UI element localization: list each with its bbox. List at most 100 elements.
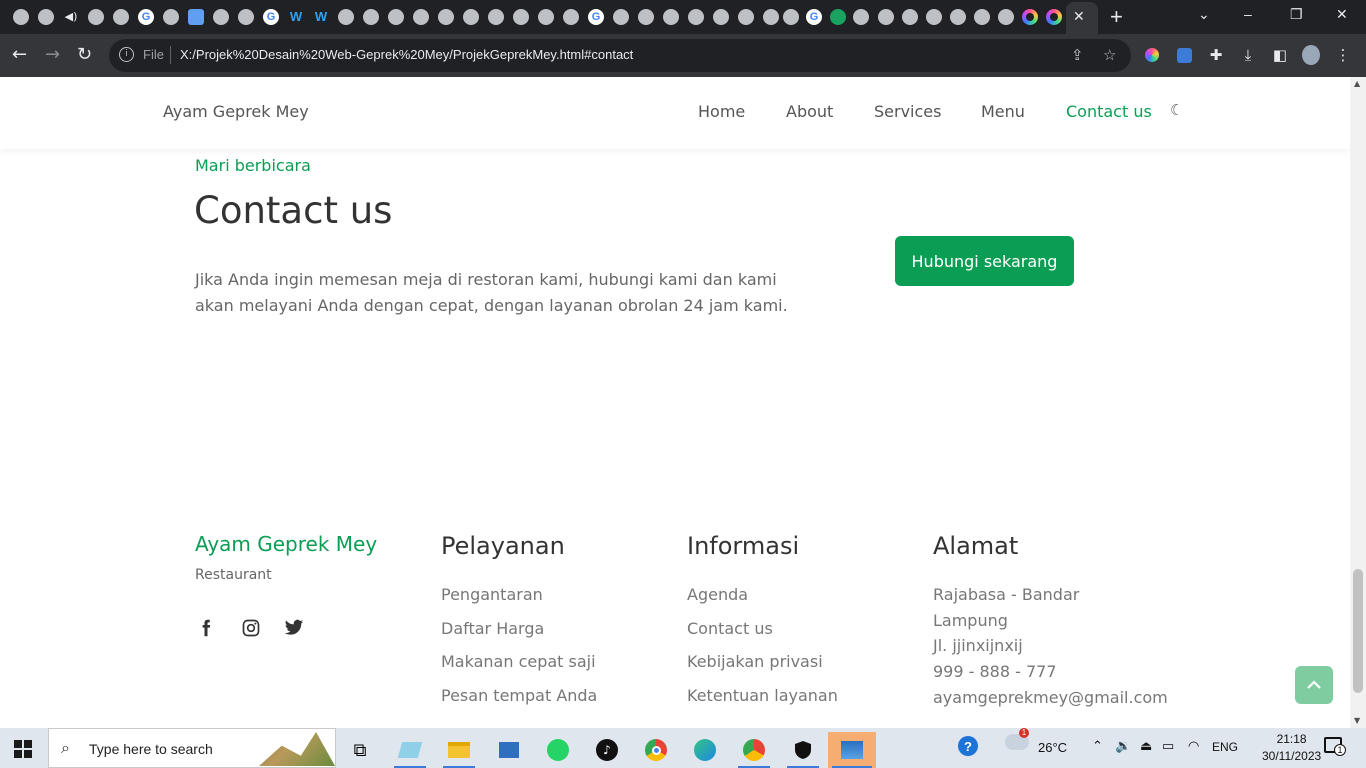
photos-app-icon[interactable] (828, 732, 876, 768)
page-scrollbar[interactable]: ▲ ▼ (1350, 77, 1366, 728)
globe-icon[interactable] (663, 9, 679, 25)
scroll-down-icon[interactable]: ▼ (1354, 716, 1360, 725)
globe-icon[interactable] (738, 9, 754, 25)
globe-icon[interactable] (338, 9, 354, 25)
globe-icon[interactable] (388, 9, 404, 25)
windows-start-icon[interactable] (14, 740, 32, 758)
notepad-app-icon[interactable] (390, 732, 430, 768)
task-view-icon[interactable]: ⧉ (340, 732, 380, 768)
globe-icon[interactable] (413, 9, 429, 25)
footer-link[interactable]: Contact us (687, 619, 773, 638)
usb-device-icon[interactable]: ⏏ (1140, 738, 1152, 754)
language-indicator[interactable]: ENG (1212, 740, 1238, 754)
bookmark-star-icon[interactable]: ☆ (1103, 46, 1116, 64)
nav-home[interactable]: Home (698, 102, 745, 121)
globe-icon[interactable] (613, 9, 629, 25)
chrome-icon[interactable] (636, 732, 676, 768)
footer-link[interactable]: Pesan tempat Anda (441, 686, 597, 705)
globe-icon[interactable] (902, 9, 918, 25)
globe-icon[interactable] (763, 9, 779, 25)
globe-icon[interactable] (926, 9, 942, 25)
globe-icon[interactable] (13, 9, 29, 25)
nav-about[interactable]: About (786, 102, 833, 121)
info-icon[interactable]: i (119, 47, 134, 62)
globe-icon[interactable] (638, 9, 654, 25)
edge-icon[interactable] (685, 732, 725, 768)
nav-contact[interactable]: Contact us (1066, 102, 1152, 121)
help-icon[interactable]: ? (958, 736, 978, 756)
taskbar-search[interactable]: ⌕ Type here to search (48, 728, 336, 768)
extensions-puzzle-icon[interactable]: ✚ (1207, 46, 1225, 64)
globe-icon[interactable] (563, 9, 579, 25)
globe-icon[interactable] (713, 9, 729, 25)
google-icon[interactable]: G (806, 9, 822, 25)
weather-temperature[interactable]: 26°C (1038, 740, 1067, 755)
volume-icon[interactable]: 🔉 (1115, 738, 1131, 754)
android-icon[interactable] (830, 9, 846, 25)
globe-icon[interactable] (488, 9, 504, 25)
scrollbar-thumb[interactable] (1353, 569, 1363, 693)
address-bar[interactable]: i File X:/Projek%20Desain%20Web-Geprek%2… (109, 39, 1131, 72)
close-tab-icon[interactable]: ✕ (1073, 8, 1085, 25)
google-icon[interactable]: G (263, 9, 279, 25)
color-ring-extension-icon[interactable] (1143, 46, 1161, 64)
address-email[interactable]: ayamgeprekmey@gmail.com (933, 688, 1168, 707)
restore-button[interactable]: ❐ (1290, 6, 1303, 23)
battery-icon[interactable]: ▭ (1162, 738, 1174, 754)
facebook-icon[interactable] (195, 617, 217, 639)
extension-gear-icon[interactable] (1175, 46, 1193, 64)
w-logo-icon[interactable]: W (313, 9, 329, 25)
close-window-button[interactable]: ✕ (1336, 6, 1348, 23)
globe-icon[interactable] (853, 9, 869, 25)
globe-icon[interactable] (88, 9, 104, 25)
dark-mode-moon-icon[interactable]: ☾ (1170, 101, 1183, 119)
globe-icon[interactable] (438, 9, 454, 25)
google-icon[interactable]: G (138, 9, 154, 25)
footer-link[interactable]: Daftar Harga (441, 619, 544, 638)
globe-icon[interactable] (878, 9, 894, 25)
twitter-icon[interactable] (283, 617, 305, 639)
download-icon[interactable]: ⤓ (1239, 46, 1257, 64)
wifi-icon[interactable]: ◠ (1188, 738, 1199, 754)
chrome-profile-icon[interactable] (734, 732, 774, 768)
github-icon[interactable] (113, 9, 129, 25)
translate-icon[interactable] (188, 9, 204, 25)
footer-link[interactable]: Pengantaran (441, 585, 543, 604)
speaker-icon[interactable]: ◀) (63, 9, 79, 25)
notifications-icon[interactable]: 1 (1324, 737, 1346, 756)
minimize-button[interactable]: – (1244, 6, 1252, 22)
menu-dots-icon[interactable]: ⋮ (1334, 46, 1352, 64)
profile-avatar[interactable] (1302, 45, 1320, 65)
reload-icon[interactable]: ↻ (77, 44, 92, 65)
instagram-icon[interactable] (240, 617, 262, 639)
back-icon[interactable]: ← (12, 44, 27, 65)
security-shield-icon[interactable] (783, 732, 823, 768)
tiktok-icon[interactable]: ♪ (587, 732, 627, 768)
store-app-icon[interactable] (489, 732, 529, 768)
color-ring-icon[interactable] (1046, 9, 1062, 25)
tray-chevron-icon[interactable]: ⌃ (1092, 738, 1103, 754)
globe-icon[interactable] (783, 9, 799, 25)
scroll-to-top-button[interactable] (1295, 666, 1333, 704)
globe-icon[interactable] (463, 9, 479, 25)
footer-link[interactable]: Makanan cepat saji (441, 652, 596, 671)
globe-icon[interactable] (213, 9, 229, 25)
color-ring-icon[interactable] (1022, 9, 1038, 25)
footer-link[interactable]: Ketentuan layanan (687, 686, 838, 705)
side-panel-icon[interactable]: ◧ (1271, 46, 1289, 64)
url-text[interactable]: X:/Projek%20Desain%20Web-Geprek%20Mey/Pr… (180, 47, 633, 62)
nav-services[interactable]: Services (874, 102, 941, 121)
globe-icon[interactable] (238, 9, 254, 25)
whatsapp-icon[interactable] (538, 732, 578, 768)
scroll-up-icon[interactable]: ▲ (1354, 79, 1360, 88)
globe-icon[interactable] (974, 9, 990, 25)
share-icon[interactable]: ⇪ (1071, 46, 1084, 64)
globe-icon[interactable] (513, 9, 529, 25)
google-icon[interactable]: G (588, 9, 604, 25)
w-logo-icon[interactable]: W (288, 9, 304, 25)
weather-icon[interactable]: 1 (1005, 728, 1029, 750)
clock[interactable]: 21:18 30/11/2023 (1262, 731, 1321, 765)
forward-icon[interactable]: → (45, 44, 60, 65)
site-brand[interactable]: Ayam Geprek Mey (163, 102, 309, 121)
footer-link[interactable]: Agenda (687, 585, 748, 604)
